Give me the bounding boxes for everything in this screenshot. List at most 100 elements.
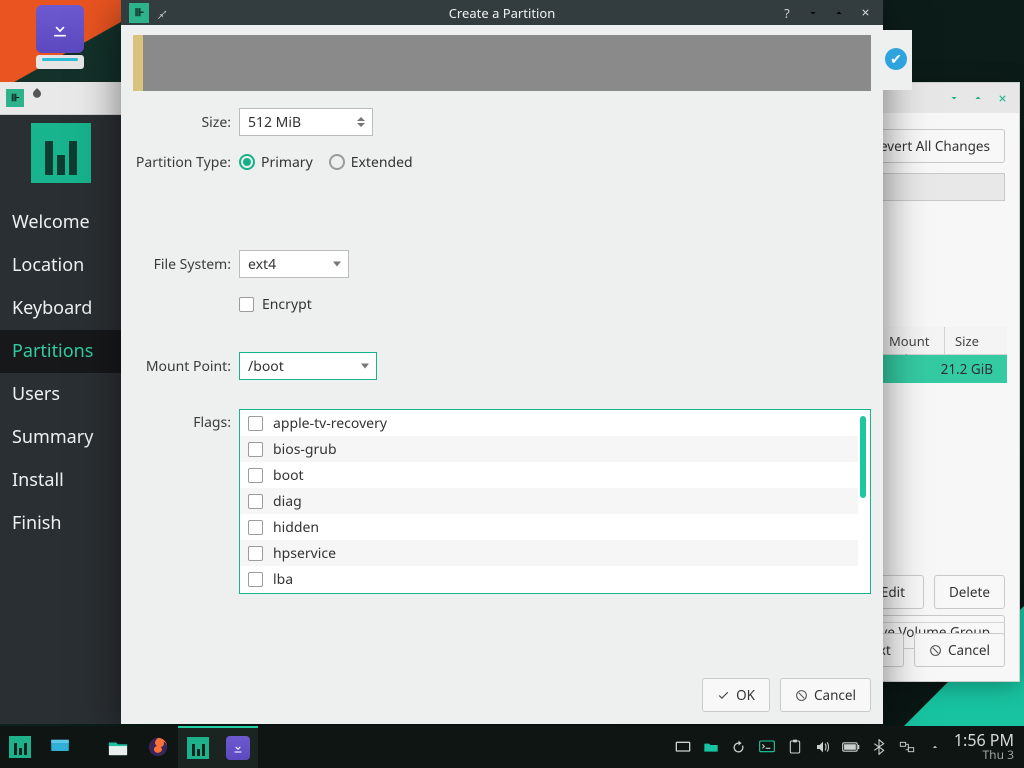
minimize-icon[interactable] (805, 5, 821, 21)
encrypt-checkbox[interactable]: Encrypt (239, 295, 312, 314)
cancel-icon (795, 689, 808, 702)
col-size: Size (945, 327, 1007, 355)
tray-battery-icon[interactable] (842, 738, 860, 756)
step-install[interactable]: Install (0, 459, 122, 502)
background-badge: ✔ (883, 30, 912, 90)
minimize-icon[interactable] (947, 91, 961, 105)
step-keyboard[interactable]: Keyboard (0, 287, 122, 330)
spin-down-icon[interactable] (357, 123, 365, 127)
size-label: Size: (133, 113, 239, 132)
delete-button[interactable]: Delete (934, 575, 1005, 609)
tray-network-icon[interactable] (898, 738, 916, 756)
manjaro-icon (9, 736, 31, 758)
mount-point-label: Mount Point: (133, 357, 239, 376)
partition-table-header: Mount Point Size (879, 327, 1007, 355)
filesystem-value: ext4 (248, 255, 276, 274)
partition-row-selected[interactable]: 21.2 GiB (867, 355, 1007, 383)
step-finish[interactable]: Finish (0, 502, 122, 545)
create-partition-dialog: ⊪ Create a Partition ? Size: 512 MiB (121, 0, 883, 724)
tray-update-icon[interactable] (730, 738, 748, 756)
flag-item[interactable]: apple-tv-recovery (240, 410, 858, 436)
taskbar: 1:56 PM Thu 3 (0, 726, 1024, 768)
flag-item[interactable]: boot (240, 462, 858, 488)
manjaro-icon: ⊪ (129, 3, 149, 23)
chevron-down-icon (361, 364, 369, 369)
flag-item[interactable]: bios-grub (240, 436, 858, 462)
flag-item[interactable]: diag (240, 488, 858, 514)
spin-up-icon[interactable] (357, 117, 365, 121)
filesystem-combo[interactable]: ext4 (239, 250, 349, 278)
manjaro-icon: ⊪ (6, 89, 24, 107)
desktop-installer-icon[interactable] (28, 5, 92, 69)
filesystem-label: File System: (133, 255, 239, 274)
size-value: 512 MiB (248, 113, 301, 132)
dialog-cancel-button[interactable]: Cancel (780, 678, 871, 712)
manjaro-icon (187, 737, 209, 759)
step-users[interactable]: Users (0, 373, 122, 416)
firefox-button[interactable] (138, 726, 178, 768)
flag-label: apple-tv-recovery (273, 414, 387, 433)
ok-label: OK (736, 686, 755, 704)
encrypt-label: Encrypt (262, 295, 312, 314)
flag-label: diag (273, 492, 302, 511)
close-icon[interactable] (995, 91, 1009, 105)
chevron-down-icon (333, 262, 341, 267)
installer-titlebar: ⊪ (0, 82, 122, 115)
maximize-icon[interactable] (971, 91, 985, 105)
file-manager-button[interactable] (98, 726, 138, 768)
taskbar-clock[interactable]: 1:56 PM Thu 3 (948, 732, 1024, 761)
tray-bluetooth-icon[interactable] (870, 738, 888, 756)
check-icon (717, 689, 730, 702)
flag-item[interactable]: hpservice (240, 540, 858, 566)
pin-icon[interactable] (155, 6, 169, 20)
system-tray (674, 738, 948, 756)
col-mount-point: Mount Point (879, 327, 945, 355)
installer-cancel-label: Cancel (948, 641, 990, 659)
mount-point-combo[interactable]: /boot (239, 352, 377, 380)
flag-label: hidden (273, 518, 319, 537)
step-welcome[interactable]: Welcome (0, 201, 122, 244)
step-location[interactable]: Location (0, 244, 122, 287)
step-summary[interactable]: Summary (0, 416, 122, 459)
task-installer[interactable] (178, 726, 218, 768)
partition-type-label: Partition Type: (133, 153, 239, 172)
flag-label: lba (273, 570, 293, 589)
partition-size-bar[interactable] (133, 35, 871, 91)
flag-item[interactable]: hidden (240, 514, 858, 540)
maximize-icon[interactable] (831, 5, 847, 21)
installer-sidebar: Welcome Location Keyboard Partitions Use… (0, 115, 122, 545)
download-icon (232, 742, 244, 754)
dialog-titlebar[interactable]: ⊪ Create a Partition ? (121, 0, 883, 25)
help-icon[interactable]: ? (779, 5, 795, 21)
start-menu-button[interactable] (0, 726, 40, 768)
size-spinbox[interactable]: 512 MiB (239, 108, 373, 136)
radio-primary[interactable]: Primary (239, 153, 313, 172)
tray-expand-icon[interactable] (926, 738, 944, 756)
mount-point-value: /boot (248, 357, 284, 376)
ok-button[interactable]: OK (702, 678, 770, 712)
show-desktop-button[interactable] (40, 726, 80, 768)
tray-clipboard-icon[interactable] (786, 738, 804, 756)
flag-label: hpservice (273, 544, 336, 563)
radio-primary-label: Primary (261, 153, 313, 172)
installer-cancel-button[interactable]: Cancel (914, 633, 1005, 667)
cancel-label: Cancel (814, 686, 856, 704)
flags-scrollbar[interactable] (860, 416, 866, 498)
tray-terminal-icon[interactable] (758, 738, 776, 756)
info-badge-icon: ✔ (885, 48, 907, 70)
flags-listbox[interactable]: apple-tv-recovery bios-grub boot diag hi… (239, 409, 871, 594)
tray-folder-icon[interactable] (702, 738, 720, 756)
close-icon[interactable] (857, 5, 873, 21)
manjaro-logo (31, 123, 91, 183)
step-partitions[interactable]: Partitions (0, 330, 122, 373)
task-install-media[interactable] (218, 726, 258, 768)
cancel-icon (929, 644, 942, 657)
radio-extended-label: Extended (351, 153, 413, 172)
flag-item[interactable]: lba (240, 566, 858, 592)
tray-display-icon[interactable] (674, 738, 692, 756)
flag-label: bios-grub (273, 440, 337, 459)
tray-volume-icon[interactable] (814, 738, 832, 756)
pin-icon[interactable] (27, 88, 47, 108)
dialog-title: Create a Partition (121, 4, 883, 22)
radio-extended[interactable]: Extended (329, 153, 413, 172)
